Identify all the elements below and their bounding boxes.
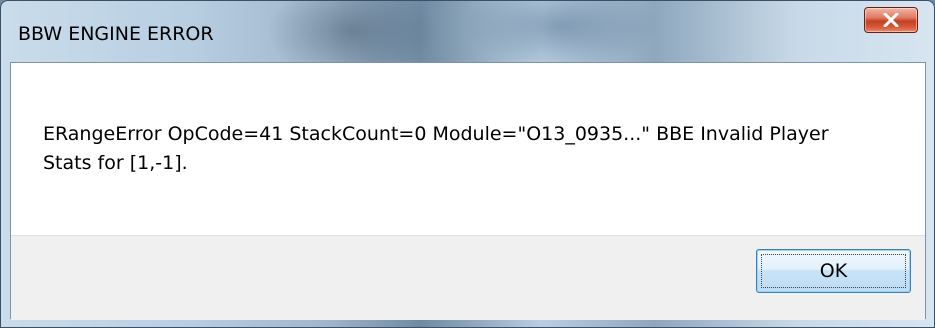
close-button[interactable] (864, 7, 918, 33)
close-icon (883, 13, 899, 27)
dialog-title: BBW ENGINE ERROR (18, 23, 214, 45)
error-message: ERangeError OpCode=41 StackCount=0 Modul… (43, 123, 829, 174)
message-area: ERangeError OpCode=41 StackCount=0 Modul… (11, 63, 925, 235)
button-area: OK (11, 235, 925, 320)
dialog-body: ERangeError OpCode=41 StackCount=0 Modul… (10, 62, 926, 320)
error-dialog-window: BBW ENGINE ERROR ERangeError OpCode=41 S… (0, 0, 935, 328)
ok-button-label: OK (819, 260, 848, 282)
ok-button[interactable]: OK (756, 249, 911, 293)
title-bar[interactable]: BBW ENGINE ERROR (1, 1, 934, 61)
